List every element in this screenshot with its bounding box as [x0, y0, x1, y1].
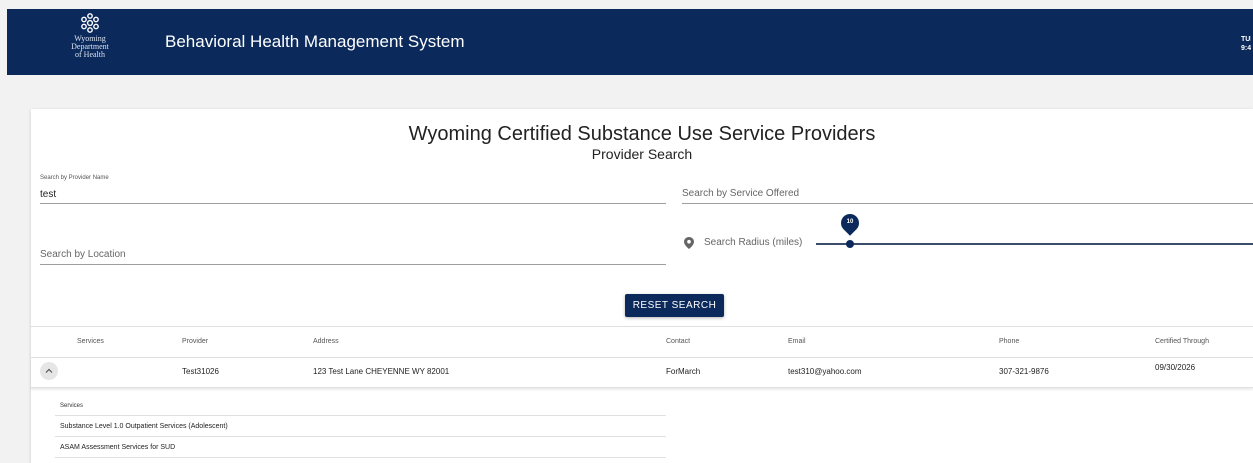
search-radius-label: Search Radius (miles)	[704, 237, 803, 248]
provider-name-label: Search by Provider Name	[40, 175, 109, 181]
cell-certified-through: 09/30/2026	[1155, 363, 1196, 372]
column-header-phone[interactable]: Phone	[999, 338, 1019, 345]
cell-address: 123 Test Lane CHEYENNE WY 82001	[313, 367, 450, 376]
location-pin-icon	[684, 237, 694, 249]
clock-time: 9:4	[1241, 45, 1251, 52]
location-input[interactable]: Search by Location	[40, 236, 666, 265]
column-header-email[interactable]: Email	[788, 338, 806, 345]
provider-search-card: Wyoming Certified Substance Use Service …	[31, 109, 1253, 463]
services-detail-table: Services Substance Level 1.0 Outpatient …	[55, 396, 666, 458]
location-placeholder: Search by Location	[40, 249, 126, 260]
cell-phone: 307-321-9876	[999, 367, 1049, 376]
table-row[interactable]: Test31026 123 Test Lane CHEYENNE WY 8200…	[31, 357, 1253, 388]
chevron-up-icon	[45, 368, 53, 373]
search-radius-control: Search Radius (miles) 10	[684, 210, 1253, 256]
column-header-contact[interactable]: Contact	[666, 338, 690, 345]
expand-services-button[interactable]	[40, 362, 58, 380]
clock-date: TUE	[1241, 36, 1251, 43]
radius-slider-thumb[interactable]	[846, 240, 854, 248]
reset-search-button[interactable]: RESET SEARCH	[625, 294, 724, 317]
cell-provider: Test31026	[182, 367, 219, 376]
app-title: Behavioral Health Management System	[165, 32, 465, 51]
services-detail-header: Services	[55, 396, 666, 416]
column-header-provider[interactable]: Provider	[182, 338, 208, 345]
radius-slider-track[interactable]	[816, 243, 1253, 245]
provider-name-value: test	[40, 189, 57, 200]
service-offered-placeholder: Search by Service Offered	[682, 188, 800, 199]
page-title: Wyoming Certified Substance Use Service …	[408, 123, 876, 145]
service-offered-input[interactable]: Search by Service Offered	[682, 175, 1253, 204]
results-table-header: Services Provider Address Contact Email …	[31, 326, 1253, 358]
page-subtitle: Provider Search	[591, 146, 693, 162]
list-item: ASAM Assessment Services for SUD	[55, 437, 666, 458]
column-header-services[interactable]: Services	[77, 338, 104, 345]
column-header-address[interactable]: Address	[313, 338, 339, 345]
wyoming-seal-icon	[81, 13, 99, 33]
column-header-certified-through[interactable]: Certified Through	[1155, 338, 1209, 345]
cell-contact: ForMarch	[666, 367, 701, 376]
logo-text-line-3: of Health	[75, 50, 105, 59]
provider-name-input[interactable]: Search by Provider Name test	[40, 175, 666, 204]
radius-value-text: 10	[846, 219, 854, 225]
top-app-bar: Wyoming Department of Health Behavioral …	[7, 9, 1253, 75]
wyoming-doh-logo: Wyoming Department of Health	[57, 11, 123, 59]
list-item: Substance Level 1.0 Outpatient Services …	[55, 416, 666, 437]
cell-email: test310@yahoo.com	[788, 367, 862, 376]
clock-display: TUE 9:4	[1241, 35, 1251, 53]
